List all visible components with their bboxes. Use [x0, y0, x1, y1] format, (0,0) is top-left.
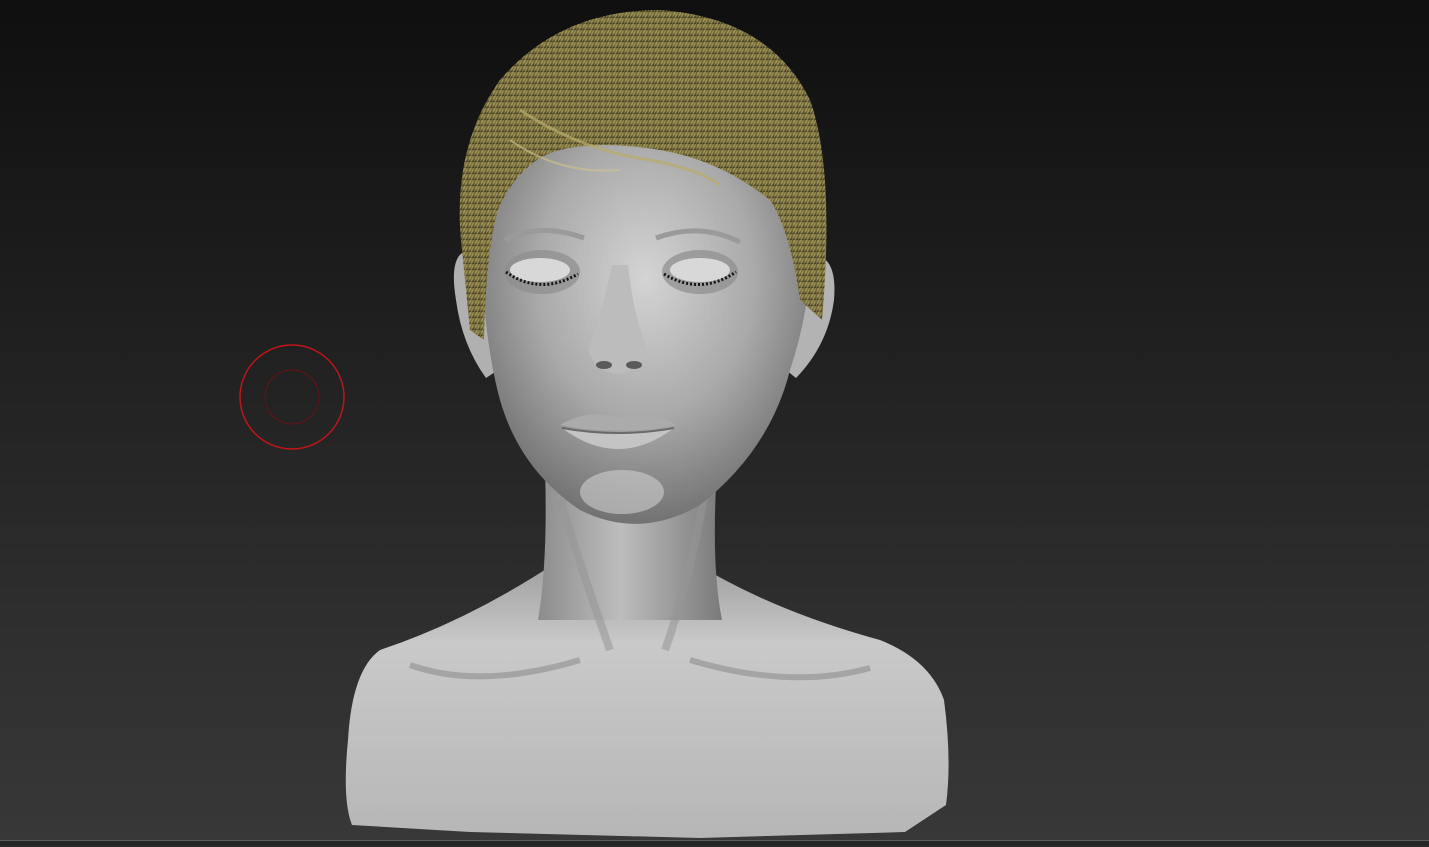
nostril-right [626, 361, 642, 369]
chin [580, 470, 664, 514]
bottom-shelf [0, 841, 1429, 847]
brush-cursor-icon [239, 344, 345, 450]
nostril-left [596, 361, 612, 369]
sculpted-bust-model[interactable] [0, 0, 1429, 847]
eyelid-left [510, 258, 570, 282]
document-viewport[interactable] [0, 0, 1429, 847]
